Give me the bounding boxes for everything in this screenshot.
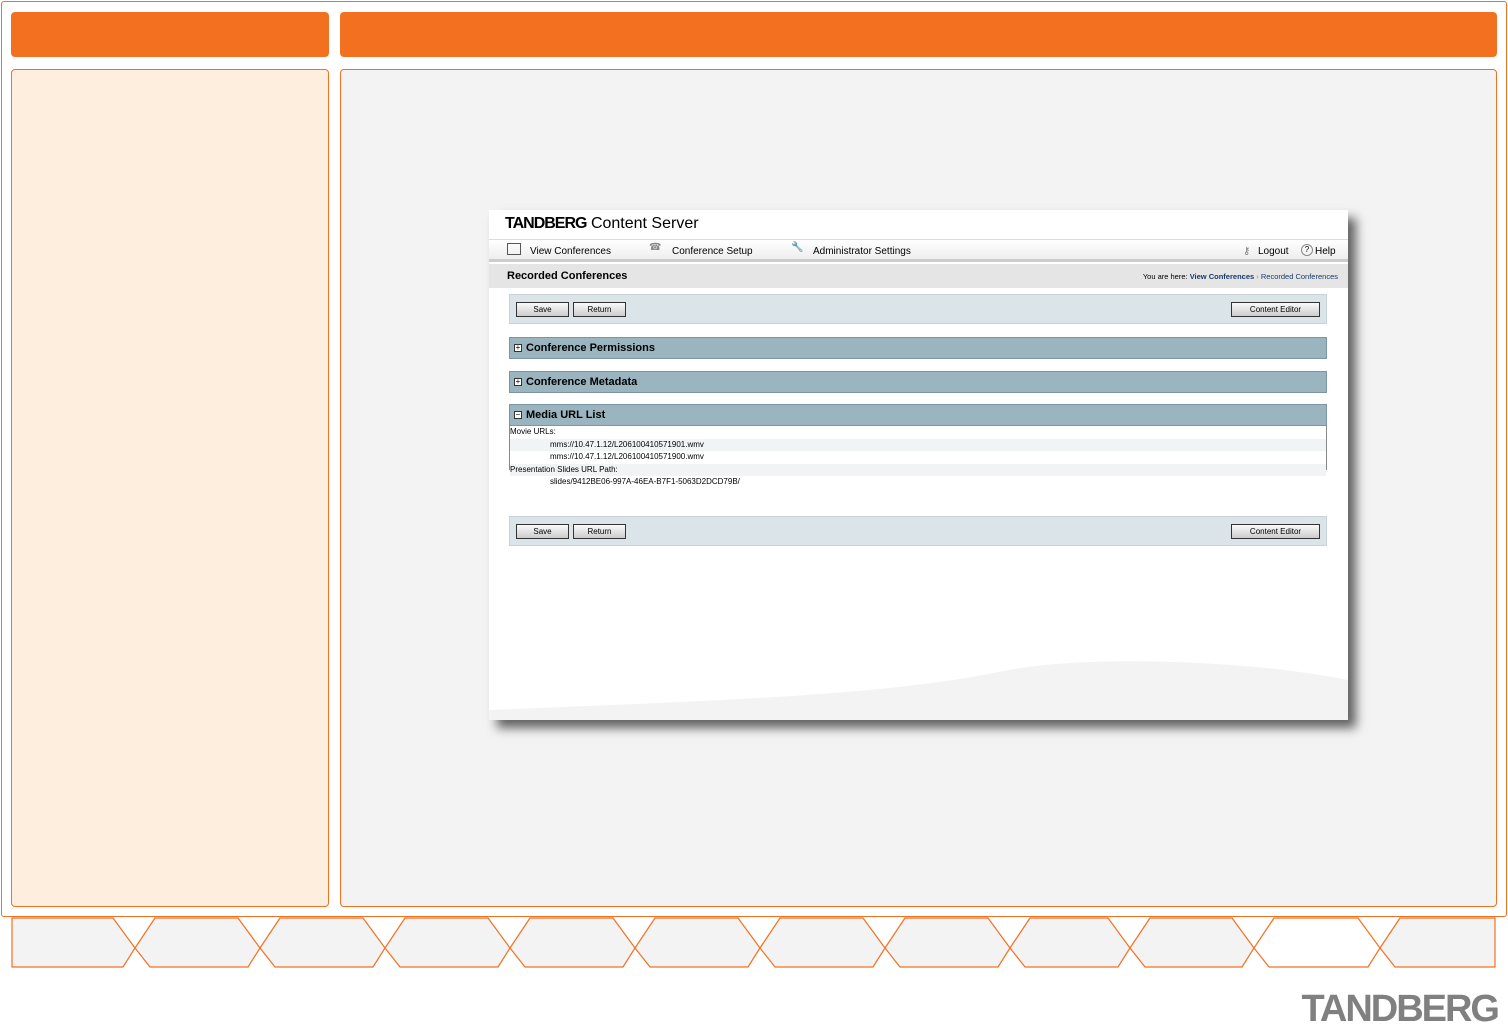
tab[interactable] — [509, 917, 636, 968]
tab-active[interactable] — [1253, 917, 1381, 968]
tab[interactable] — [384, 917, 511, 968]
tab[interactable] — [11, 917, 136, 968]
tab[interactable] — [634, 917, 761, 968]
tab[interactable] — [259, 917, 386, 968]
bottom-tabs — [11, 917, 1496, 968]
tab[interactable] — [1129, 917, 1255, 968]
tab[interactable] — [759, 917, 886, 968]
tandberg-logo: TANDBERG — [1301, 988, 1500, 1030]
tab[interactable] — [884, 917, 1011, 968]
tab[interactable] — [134, 917, 261, 968]
tab[interactable] — [1009, 917, 1131, 968]
tab[interactable] — [1379, 917, 1496, 968]
